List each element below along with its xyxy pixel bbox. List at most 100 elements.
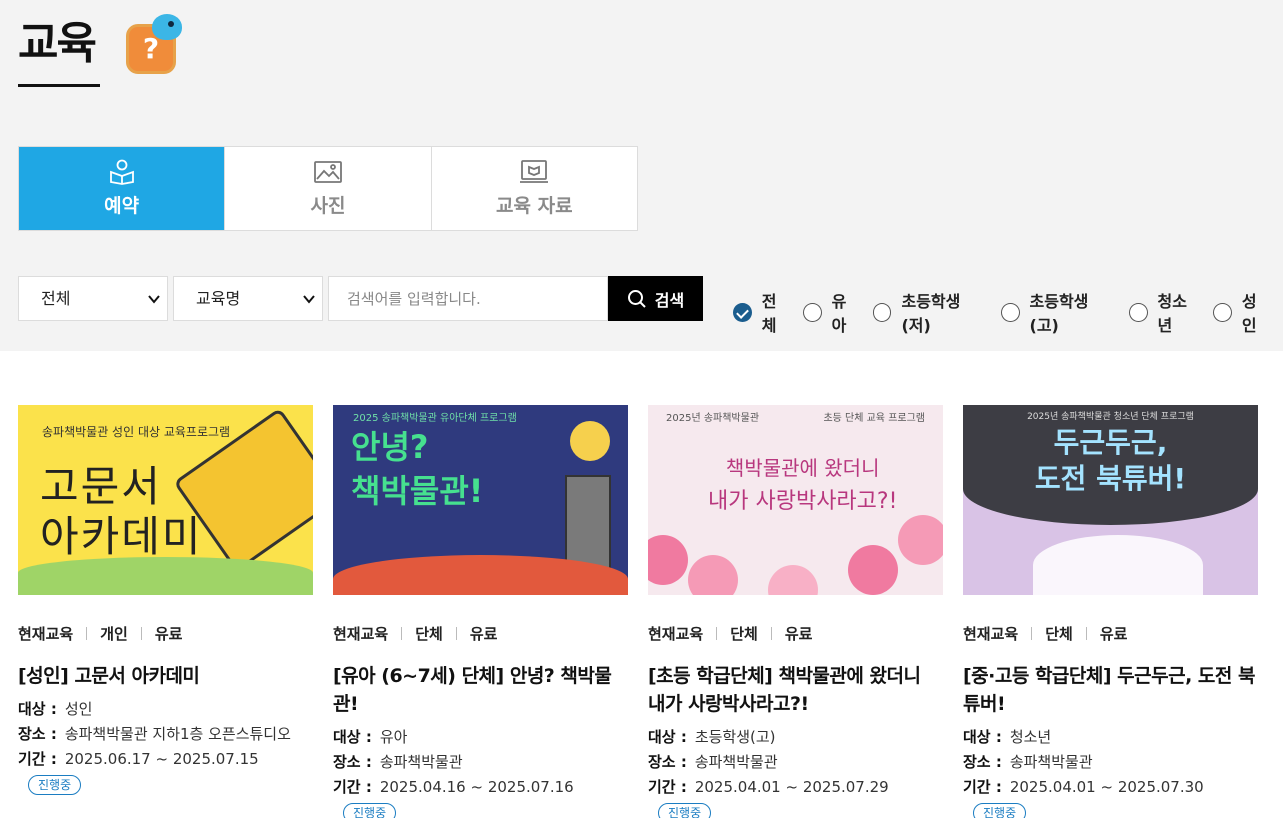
ground-illustration	[333, 555, 628, 595]
thumbnail-headline-line: 두근두근,	[1053, 426, 1168, 459]
title-underline	[18, 84, 100, 87]
tab-label: 교육 자료	[496, 195, 573, 217]
info-value: 성인	[64, 700, 93, 718]
moon-illustration	[570, 421, 610, 461]
info-period: 기간 : 2025.04.01 ~ 2025.07.30 진행중	[963, 775, 1258, 818]
program-thumbnail[interactable]: 2025년 송파책박물관 청소년 단체 프로그램 두근두근, 도전 북튜버!	[963, 405, 1258, 595]
divider	[455, 627, 457, 640]
status-badge: 진행중	[658, 802, 712, 818]
program-title[interactable]: [중·고등 학급단체] 두근두근, 도전 북튜버!	[963, 662, 1258, 718]
divider	[716, 627, 718, 640]
thumbnail-headline-line: 책박물관!	[351, 472, 484, 510]
rose-illustration	[848, 545, 898, 595]
program-title[interactable]: [성인] 고문서 아카데미	[18, 662, 313, 690]
radio-label: 전체	[761, 292, 777, 335]
thumbnail-headline-line: 책박물관에 왔더니	[725, 456, 880, 480]
tab-bar: 예약 사진 교육 자료	[18, 146, 638, 231]
tag-fee: 유료	[154, 625, 183, 643]
program-card[interactable]: 2025 송파책박물관 유아단체 프로그램 안녕? 책박물관! 현재교육 단체 …	[333, 405, 628, 818]
chevron-down-icon	[148, 295, 160, 304]
program-title[interactable]: [초등 학급단체] 책박물관에 왔더니 내가 사랑박사라고?!	[648, 662, 943, 718]
info-place: 장소 : 송파책박물관 지하1층 오픈스튜디오	[18, 722, 313, 747]
program-info: 대상 : 청소년 장소 : 송파책박물관 기간 : 2025.04.01 ~ 2025…	[963, 725, 1258, 818]
info-label: 장소 :	[333, 753, 372, 771]
program-list: 송파책박물관 성인 대상 교육프로그램 고문서 아카데미 현재교육 개인 유료 …	[18, 405, 1258, 818]
radio-elementary-low[interactable]: 초등학생(저)	[872, 288, 989, 336]
info-value: 2025.06.17 ~ 2025.07.15	[64, 750, 259, 768]
field-select[interactable]: 교육명	[173, 276, 323, 321]
radio-youth[interactable]: 청소년	[1128, 288, 1201, 336]
radio-indicator	[733, 302, 752, 322]
tab-label: 예약	[104, 195, 140, 217]
rose-illustration	[898, 515, 943, 565]
search-button[interactable]: 검색	[608, 276, 703, 321]
program-card[interactable]: 2025년 송파책박물관 청소년 단체 프로그램 두근두근, 도전 북튜버! 현…	[963, 405, 1258, 818]
tab-materials[interactable]: 교육 자료	[432, 147, 637, 230]
tag-status: 현재교육	[963, 625, 1019, 643]
radio-adult[interactable]: 성인	[1213, 288, 1271, 336]
radio-label: 초등학생(저)	[901, 292, 961, 335]
radio-label: 청소년	[1157, 292, 1187, 335]
info-value: 2025.04.01 ~ 2025.07.30	[1009, 778, 1204, 796]
reader-icon	[109, 159, 134, 185]
radio-indicator	[1213, 302, 1232, 322]
program-info: 대상 : 성인 장소 : 송파책박물관 지하1층 오픈스튜디오 기간 : 2025.0…	[18, 697, 313, 797]
program-thumbnail[interactable]: 2025년 송파책박물관 초등 단체 교육 프로그램 책박물관에 왔더니 내가 …	[648, 405, 943, 595]
info-place: 장소 : 송파책박물관	[648, 750, 943, 775]
thumbnail-caption: 2025년 송파책박물관	[666, 413, 760, 424]
help-mascot-icon[interactable]: ?	[126, 14, 184, 74]
program-thumbnail[interactable]: 송파책박물관 성인 대상 교육프로그램 고문서 아카데미	[18, 405, 313, 595]
info-value: 2025.04.01 ~ 2025.07.29	[694, 778, 889, 796]
photo-icon	[314, 161, 342, 183]
info-value: 초등학생(고)	[694, 728, 776, 746]
radio-label: 유아	[831, 292, 847, 335]
info-label: 장소 :	[18, 725, 57, 743]
status-badge: 진행중	[973, 802, 1027, 818]
program-card[interactable]: 2025년 송파책박물관 초등 단체 교육 프로그램 책박물관에 왔더니 내가 …	[648, 405, 943, 818]
radio-indicator	[802, 302, 822, 322]
audience-filter: 전체 유아 초등학생(저) 초등학생(고) 청소년 성인	[733, 288, 1283, 336]
info-value: 송파책박물관	[694, 753, 778, 771]
category-select[interactable]: 전체	[18, 276, 168, 321]
info-label: 대상 :	[333, 728, 372, 746]
tag-type: 단체	[415, 625, 443, 643]
info-label: 대상 :	[18, 700, 57, 718]
radio-elementary-high[interactable]: 초등학생(고)	[1000, 288, 1117, 336]
status-badge: 진행중	[343, 802, 397, 818]
program-thumbnail[interactable]: 2025 송파책박물관 유아단체 프로그램 안녕? 책박물관!	[333, 405, 628, 595]
info-target: 대상 : 청소년	[963, 725, 1258, 750]
thumbnail-caption: 2025년 송파책박물관 청소년 단체 프로그램	[1027, 412, 1194, 422]
thumbnail-headline: 안녕? 책박물관!	[351, 425, 483, 513]
tag-fee: 유료	[469, 625, 498, 643]
info-label: 기간 :	[333, 778, 372, 796]
thumbnail-headline: 두근두근, 도전 북튜버!	[963, 425, 1258, 497]
tab-reservation[interactable]: 예약	[19, 147, 226, 230]
thumbnail-headline-line: 도전 북튜버!	[1034, 462, 1187, 495]
radio-indicator	[1128, 302, 1148, 322]
info-value: 유아	[379, 728, 408, 746]
info-target: 대상 : 성인	[18, 697, 313, 722]
tag-status: 현재교육	[18, 625, 74, 643]
rose-illustration	[648, 535, 688, 585]
info-target: 대상 : 초등학생(고)	[648, 725, 943, 750]
program-card[interactable]: 송파책박물관 성인 대상 교육프로그램 고문서 아카데미 현재교육 개인 유료 …	[18, 405, 313, 818]
radio-all[interactable]: 전체	[733, 288, 791, 336]
info-target: 대상 : 유아	[333, 725, 628, 750]
tab-photos[interactable]: 사진	[225, 147, 432, 230]
field-select-value: 교육명	[196, 289, 241, 308]
info-period: 기간 : 2025.04.01 ~ 2025.07.29 진행중	[648, 775, 943, 818]
search-icon	[627, 289, 646, 308]
info-label: 기간 :	[648, 778, 687, 796]
program-title[interactable]: [유아 (6~7세) 단체] 안녕? 책박물관!	[333, 662, 628, 718]
category-select-value: 전체	[41, 289, 71, 308]
divider	[770, 627, 772, 640]
thumbnail-headline: 책박물관에 왔더니 내가 사랑박사라고?!	[708, 451, 897, 519]
search-input[interactable]	[328, 276, 608, 321]
radio-infant[interactable]: 유아	[802, 288, 861, 336]
search-bar: 전체 교육명 검색	[18, 276, 703, 321]
divider	[401, 627, 403, 640]
divider	[140, 627, 142, 640]
info-value: 2025.04.16 ~ 2025.07.16	[379, 778, 574, 796]
radio-label: 초등학생(고)	[1029, 292, 1089, 335]
program-tags: 현재교육 단체 유료	[648, 623, 943, 644]
